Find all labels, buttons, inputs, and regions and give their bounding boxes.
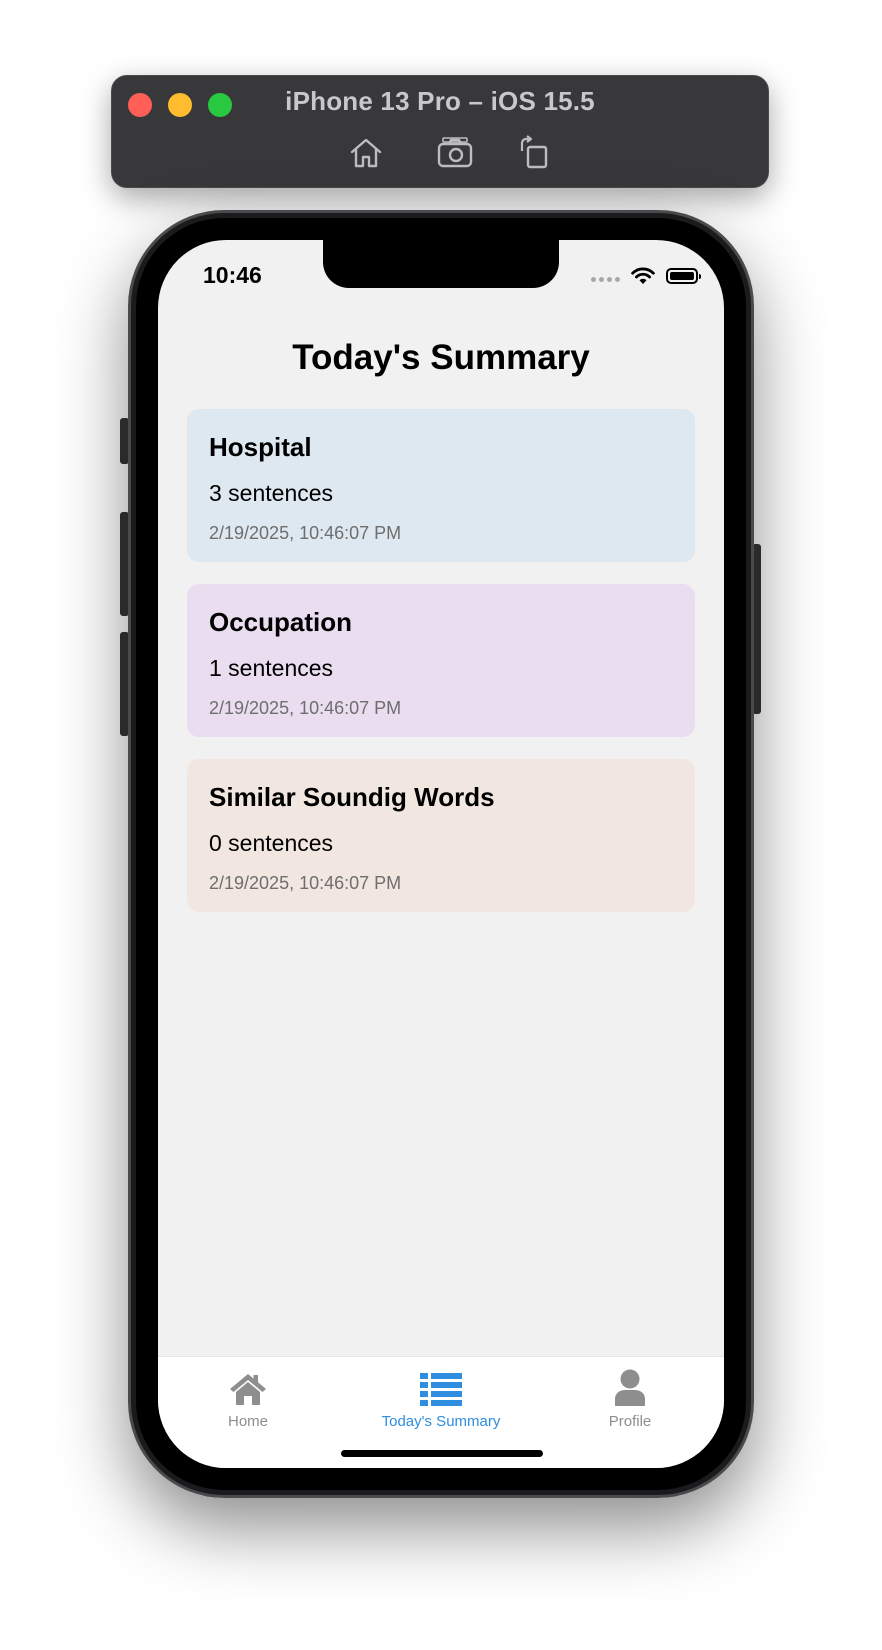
status-time: 10:46 <box>203 262 262 288</box>
home-indicator[interactable] <box>341 1450 543 1457</box>
card-timestamp: 2/19/2025, 10:46:07 PM <box>209 523 402 543</box>
screenshot-icon <box>437 137 473 168</box>
card-sentence-count: 1 sentences <box>209 655 334 681</box>
tab-label: Today's Summary <box>381 1413 501 1430</box>
simulator-home-button[interactable] <box>347 135 385 171</box>
rotate-icon <box>520 135 548 169</box>
tab-label: Home <box>227 1413 268 1430</box>
tab-profile[interactable]: Profile <box>535 1365 724 1430</box>
summary-card-similar-sounding-words[interactable]: Similar Soundig Words 0 sentences 2/19/2… <box>187 759 695 912</box>
battery-icon <box>666 268 701 284</box>
page-title: Today's Summary <box>292 338 590 377</box>
card-timestamp: 2/19/2025, 10:46:07 PM <box>209 873 402 893</box>
simulator-title: iPhone 13 Pro – iOS 15.5 <box>285 86 595 116</box>
simulator-screenshot-button[interactable] <box>436 135 474 171</box>
status-indicators <box>591 266 701 286</box>
tab-home[interactable]: Home <box>158 1365 343 1430</box>
phone-screen: 10:46 Today's Summary Hospital 3 sentenc… <box>158 240 724 1468</box>
card-sentence-count: 0 sentences <box>209 830 334 856</box>
simulator-rotate-button[interactable] <box>516 135 554 171</box>
home-icon <box>230 1374 266 1405</box>
notch <box>323 240 559 288</box>
tab-todays-summary[interactable]: Today's Summary <box>346 1365 536 1430</box>
home-icon <box>350 138 382 168</box>
card-title: Hospital <box>209 432 312 462</box>
cellular-signal-icon <box>591 276 620 282</box>
summary-card-occupation[interactable]: Occupation 1 sentences 2/19/2025, 10:46:… <box>187 584 695 737</box>
card-sentence-count: 3 sentences <box>209 480 334 506</box>
wifi-icon <box>630 266 656 286</box>
user-icon <box>615 1369 645 1406</box>
summary-card-hospital[interactable]: Hospital 3 sentences 2/19/2025, 10:46:07… <box>187 409 695 562</box>
list-icon <box>420 1373 462 1406</box>
tab-label: Profile <box>608 1413 652 1430</box>
card-title: Similar Soundig Words <box>209 782 495 812</box>
card-timestamp: 2/19/2025, 10:46:07 PM <box>209 698 402 718</box>
card-title: Occupation <box>209 607 353 637</box>
